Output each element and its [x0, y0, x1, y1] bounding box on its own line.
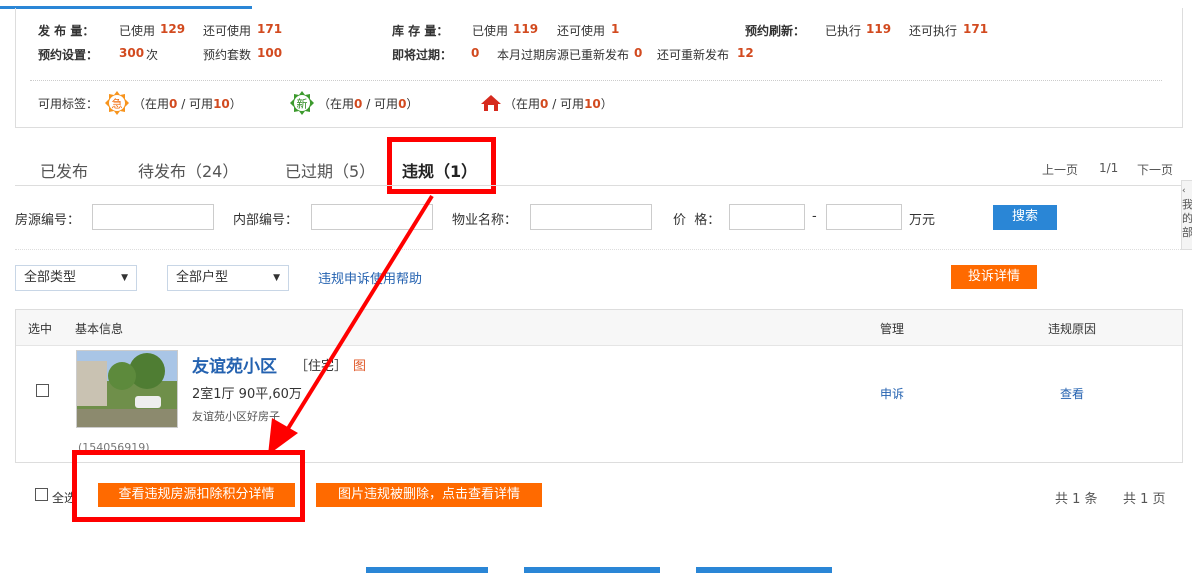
annotation-arrow	[268, 194, 434, 455]
bottom-nav-bar[interactable]	[366, 567, 488, 573]
bottom-nav-bar[interactable]	[524, 567, 660, 573]
bottom-nav-bar[interactable]	[696, 567, 832, 573]
